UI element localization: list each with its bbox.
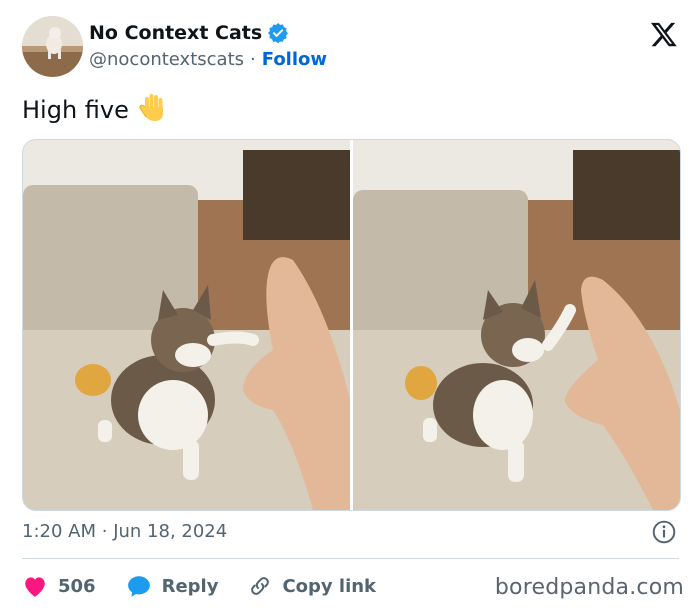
- time-separator: ·: [101, 521, 108, 542]
- reply-label: Reply: [161, 575, 219, 597]
- info-icon[interactable]: [651, 519, 677, 545]
- photo-right[interactable]: [353, 140, 680, 510]
- handle-separator: ·: [250, 49, 256, 70]
- reply-button[interactable]: Reply: [126, 574, 219, 598]
- display-name[interactable]: No Context Cats: [89, 22, 262, 44]
- time: 1:20 AM: [22, 521, 96, 542]
- name-row: No Context Cats: [89, 22, 289, 44]
- like-count: 506: [58, 575, 96, 597]
- follow-button[interactable]: Follow: [262, 49, 327, 70]
- raised-hand-emoji-icon: [139, 92, 167, 128]
- handle-row: @nocontextscats · Follow: [89, 49, 327, 70]
- handle[interactable]: @nocontextscats: [89, 49, 244, 70]
- tweet-header: No Context Cats @nocontextscats · Follow: [22, 16, 678, 78]
- x-logo-icon[interactable]: [650, 20, 678, 48]
- watermark: boredpanda.com: [494, 575, 684, 600]
- copy-link-button[interactable]: Copy link: [248, 574, 376, 598]
- date: Jun 18, 2024: [113, 521, 228, 542]
- tweet-text: High five: [22, 92, 167, 128]
- like-button[interactable]: 506: [22, 574, 96, 598]
- link-icon: [251, 577, 270, 595]
- heart-icon: [25, 577, 45, 597]
- timestamp-row: 1:20 AM · Jun 18, 2024: [22, 519, 679, 549]
- timestamp[interactable]: 1:20 AM · Jun 18, 2024: [22, 521, 227, 542]
- copy-link-label: Copy link: [282, 575, 377, 597]
- avatar[interactable]: [22, 16, 83, 77]
- media-grid[interactable]: [22, 139, 681, 511]
- verified-badge-icon: [268, 23, 289, 44]
- reply-bubble-icon: [127, 576, 150, 597]
- photo-left[interactable]: [23, 140, 350, 510]
- divider: [22, 558, 679, 559]
- action-bar: 506 Reply Copy link: [22, 571, 406, 601]
- tweet-body: High five: [22, 96, 129, 124]
